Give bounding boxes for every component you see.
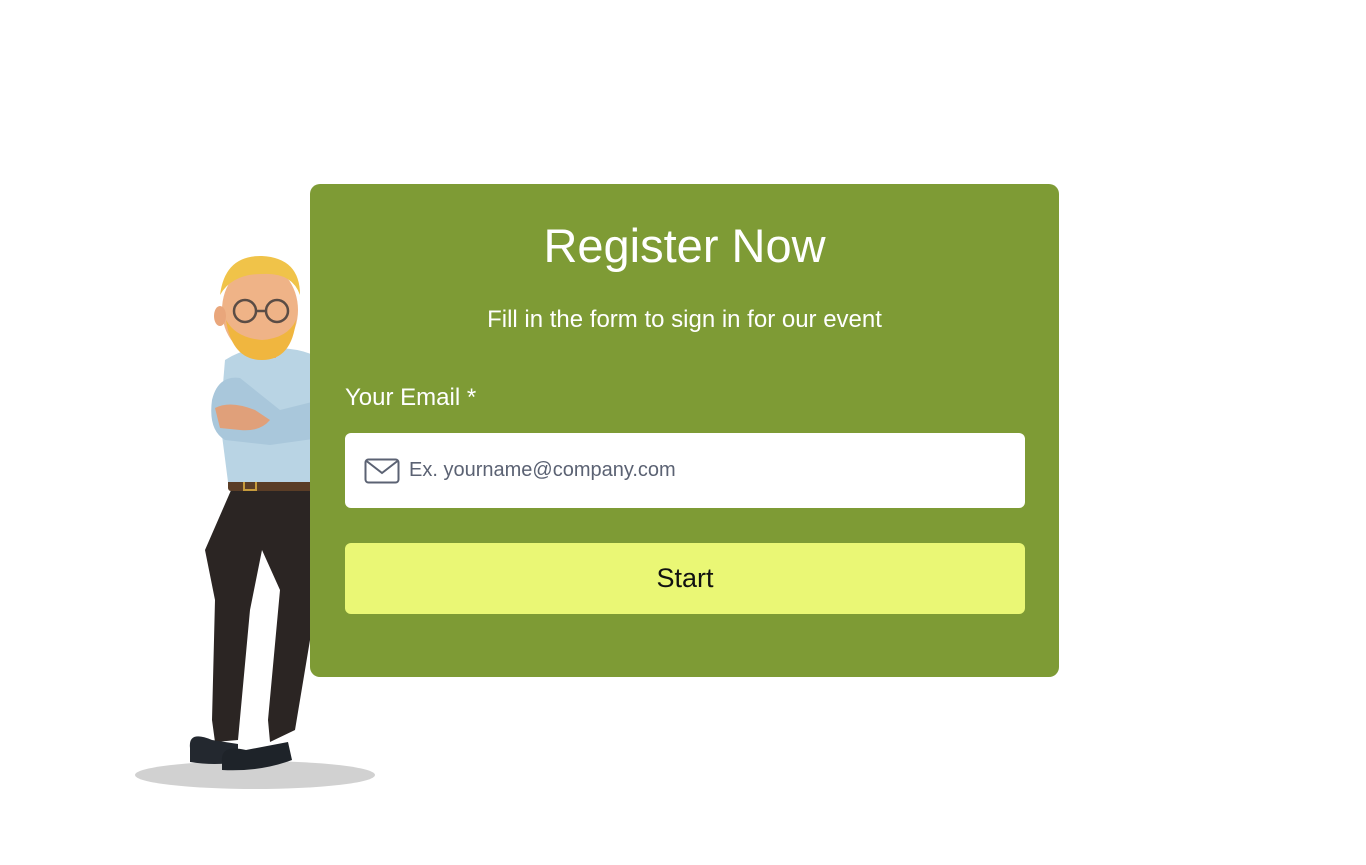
page: Register Now Fill in the form to sign in… xyxy=(0,0,1366,865)
email-label: Your Email * xyxy=(345,384,477,411)
form-subtitle: Fill in the form to sign in for our even… xyxy=(487,306,882,333)
email-field[interactable] xyxy=(345,433,1025,508)
form-title: Register Now xyxy=(543,219,826,272)
start-button[interactable]: Start xyxy=(345,543,1025,614)
envelope-icon xyxy=(364,458,400,483)
email-input[interactable] xyxy=(409,450,989,491)
